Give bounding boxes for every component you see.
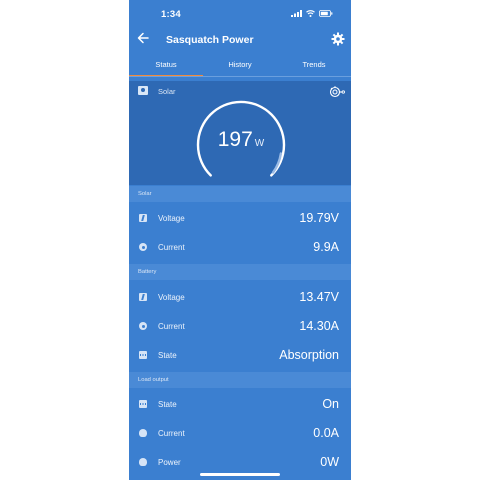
section-title-solar: Solar: [138, 191, 152, 197]
battery-voltage-value: 13.47V: [299, 290, 339, 304]
solar-voltage-row: Voltage 19.79V: [129, 204, 351, 233]
solar-power-card: Solar 197 W: [129, 81, 351, 185]
battery-current-row: Current 14.30A: [129, 312, 351, 341]
load-current-value: 0.0A: [313, 426, 339, 440]
load-state-row: State On: [129, 390, 351, 419]
row-label: Power: [158, 458, 181, 467]
bulb-icon: [139, 429, 147, 437]
solar-voltage-value: 19.79V: [299, 211, 339, 225]
bolt-icon: [139, 214, 147, 222]
hero-label: Solar: [158, 87, 176, 96]
load-current-row: Current 0.0A: [129, 419, 351, 448]
power-unit: W: [254, 138, 265, 149]
load-state-value: On: [322, 397, 339, 411]
dots-icon: [139, 351, 147, 359]
gear-icon[interactable]: [331, 32, 345, 46]
power-value: 197: [217, 128, 253, 151]
battery-state-value: Absorption: [279, 348, 339, 362]
tab-history[interactable]: History: [203, 56, 277, 76]
section-header-solar: Solar: [129, 186, 351, 202]
section-title-battery: Battery: [138, 269, 157, 275]
solar-current-row: Current 9.9A: [129, 233, 351, 262]
tab-trends[interactable]: Trends: [277, 56, 351, 76]
home-indicator[interactable]: [200, 473, 280, 476]
link-icon[interactable]: [329, 85, 345, 99]
page-title: Sasquatch Power: [166, 34, 254, 46]
bulb-icon: [139, 458, 147, 466]
gauge-icon: [139, 322, 147, 330]
row-label: Current: [158, 429, 185, 438]
solar-current-value: 9.9A: [313, 240, 339, 254]
section-header-battery: Battery: [129, 264, 351, 280]
app-screen: 1:34 Sasquatch Power Status History Tren…: [129, 0, 351, 480]
gauge-icon: [139, 243, 147, 251]
battery-icon: [319, 10, 333, 17]
dots-icon: [139, 400, 147, 408]
row-label: Current: [158, 243, 185, 252]
status-bar: 1:34: [129, 0, 351, 28]
status-time: 1:34: [161, 9, 181, 20]
section-title-load-output: Load output: [138, 377, 169, 383]
load-power-value: 0W: [320, 455, 339, 469]
row-label: Current: [158, 322, 185, 331]
status-icons: [291, 10, 333, 17]
battery-state-row: State Absorption: [129, 341, 351, 370]
app-bar: Sasquatch Power: [129, 28, 351, 54]
signal-icon: [291, 10, 302, 17]
battery-current-value: 14.30A: [299, 319, 339, 333]
back-arrow-icon[interactable]: [136, 31, 150, 45]
power-readout: 197 W: [188, 128, 294, 152]
row-label: State: [158, 400, 177, 409]
bolt-icon: [139, 293, 147, 301]
row-label: Voltage: [158, 293, 185, 302]
section-header-load-output: Load output: [129, 372, 351, 388]
battery-voltage-row: Voltage 13.47V: [129, 283, 351, 312]
row-label: Voltage: [158, 214, 185, 223]
wifi-icon: [306, 10, 315, 17]
solar-panel-icon: [138, 86, 148, 95]
row-label: State: [158, 351, 177, 360]
tab-divider: [129, 76, 351, 77]
tab-status[interactable]: Status: [129, 56, 203, 77]
tab-bar: Status History Trends: [129, 56, 351, 77]
